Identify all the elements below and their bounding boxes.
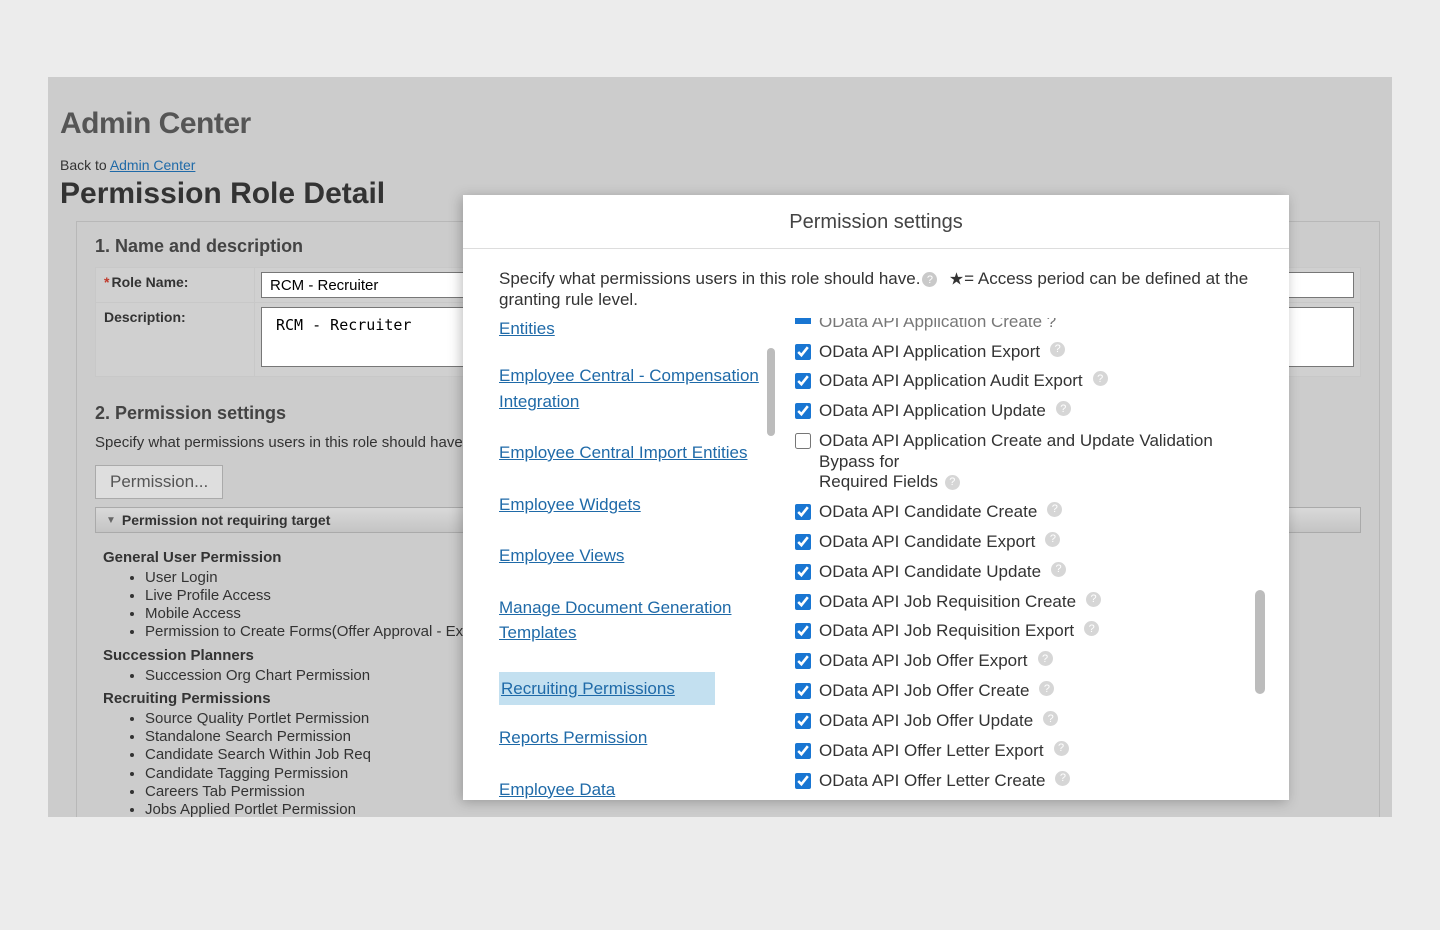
permission-label: OData API Application Create and Update … — [819, 431, 1219, 492]
category-list: Entities Employee Central - Compensation … — [499, 318, 775, 800]
permission-label: OData API Application Update — [819, 401, 1046, 421]
permission-row: OData API Candidate Update ? — [795, 562, 1269, 582]
permission-row: OData API Application Audit Export ? — [795, 371, 1269, 391]
category-link[interactable]: Manage Document Generation Templates — [499, 595, 759, 646]
permission-checkbox[interactable] — [795, 373, 811, 389]
permission-checkbox[interactable] — [795, 743, 811, 759]
permission-row: OData API Job Offer Export ? — [795, 651, 1269, 671]
role-name-label: *Role Name: — [95, 267, 255, 303]
info-icon[interactable]: ? — [922, 272, 937, 287]
category-link[interactable]: Recruiting Permissions — [499, 672, 715, 706]
permission-label: OData API Job Offer Export — [819, 651, 1028, 671]
category-link[interactable]: Employee Central Import Entities — [499, 440, 759, 466]
permission-checkbox[interactable] — [795, 594, 811, 610]
permission-row: OData API Application Update ? — [795, 401, 1269, 421]
chevron-down-icon: ▼ — [106, 515, 116, 526]
permission-label: OData API Job Requisition Export — [819, 621, 1074, 641]
permission-checkbox[interactable] — [795, 534, 811, 550]
permission-row: OData API Application Export ? — [795, 342, 1269, 362]
scrollbar-thumb[interactable] — [767, 348, 775, 436]
help-icon[interactable]: ? — [1084, 621, 1099, 636]
permission-checkbox[interactable] — [795, 504, 811, 520]
dialog-instructions: Specify what permissions users in this r… — [499, 269, 1269, 310]
dialog-title: Permission settings — [463, 195, 1289, 249]
help-icon[interactable]: ? — [945, 475, 960, 490]
help-icon[interactable]: ? — [1093, 371, 1108, 386]
permission-label: OData API Job Requisition Create — [819, 592, 1076, 612]
permission-checkbox[interactable] — [795, 773, 811, 789]
category-link[interactable]: Employee Central - Compensation Integrat… — [499, 363, 759, 414]
category-link[interactable]: Entities — [499, 318, 759, 342]
permission-row: OData API Job Requisition Create ? — [795, 592, 1269, 612]
permission-list-panel: OData API Application Create ? OData API … — [775, 318, 1269, 800]
category-link[interactable]: Employee Widgets — [499, 492, 759, 518]
help-icon[interactable]: ? — [1054, 741, 1069, 756]
help-icon[interactable]: ? — [1043, 711, 1058, 726]
help-icon[interactable]: ? — [1056, 401, 1071, 416]
page-title: Admin Center — [60, 107, 1380, 141]
permission-label: OData API Offer Letter Create — [819, 771, 1045, 791]
permission-checkbox[interactable] — [795, 433, 811, 449]
permission-checkbox[interactable] — [795, 683, 811, 699]
category-link[interactable]: Employee Data — [499, 777, 759, 800]
help-icon[interactable]: ? — [1086, 592, 1101, 607]
permission-checkbox[interactable] — [795, 623, 811, 639]
scrollbar-thumb[interactable] — [1255, 590, 1265, 694]
permission-row: OData API Candidate Export ? — [795, 532, 1269, 552]
permission-checkbox[interactable] — [795, 344, 811, 360]
help-icon[interactable]: ? — [1045, 532, 1060, 547]
permission-row: OData API Application Create ? — [795, 318, 1269, 332]
permission-button[interactable]: Permission... — [95, 465, 223, 499]
category-link[interactable]: Employee Views — [499, 543, 759, 569]
category-link[interactable]: Reports Permission — [499, 725, 759, 751]
permission-checkbox[interactable] — [795, 403, 811, 419]
help-icon[interactable]: ? — [1038, 651, 1053, 666]
help-icon[interactable]: ? — [1055, 771, 1070, 786]
help-icon[interactable]: ? — [1051, 562, 1066, 577]
permission-row: OData API Job Offer Update ? — [795, 711, 1269, 731]
permission-label: OData API Job Offer Create — [819, 681, 1029, 701]
permission-checkbox[interactable] — [795, 564, 811, 580]
help-icon[interactable]: ? — [1047, 502, 1062, 517]
star-icon: ★ — [949, 270, 964, 289]
help-icon[interactable]: ? — [1047, 318, 1056, 331]
permission-row: OData API Offer Letter Export ? — [795, 741, 1269, 761]
accordion-label: Permission not requiring target — [122, 512, 330, 528]
help-icon[interactable]: ? — [1039, 681, 1054, 696]
permission-row: OData API Application Create and Update … — [795, 431, 1269, 492]
permission-row: OData API Candidate Create ? — [795, 502, 1269, 522]
permission-checkbox[interactable] — [795, 713, 811, 729]
breadcrumb-link[interactable]: Admin Center — [110, 157, 196, 173]
breadcrumb-prefix: Back to — [60, 157, 110, 173]
permission-label: OData API Application Audit Export — [819, 371, 1083, 391]
permission-settings-dialog: Permission settings Specify what permiss… — [463, 195, 1289, 800]
permission-label: OData API Candidate Update — [819, 562, 1041, 582]
permission-row: OData API Job Requisition Export ? — [795, 621, 1269, 641]
permission-label: OData API Candidate Create — [819, 502, 1037, 522]
description-label: Description: — [95, 303, 255, 377]
permission-label: OData API Application Export — [819, 342, 1040, 362]
permission-label: OData API Job Offer Update — [819, 711, 1033, 731]
perm-item: Jobs Applied Portlet Permission — [145, 801, 1353, 818]
permission-checkbox[interactable] — [795, 653, 811, 669]
permission-label: OData API Offer Letter Export — [819, 741, 1044, 761]
permission-row: OData API Job Offer Create ? — [795, 681, 1269, 701]
permission-label: OData API Candidate Export — [819, 532, 1035, 552]
help-icon[interactable]: ? — [1050, 342, 1065, 357]
breadcrumb: Back to Admin Center — [60, 157, 1380, 173]
permission-row: OData API Offer Letter Create ? — [795, 771, 1269, 791]
